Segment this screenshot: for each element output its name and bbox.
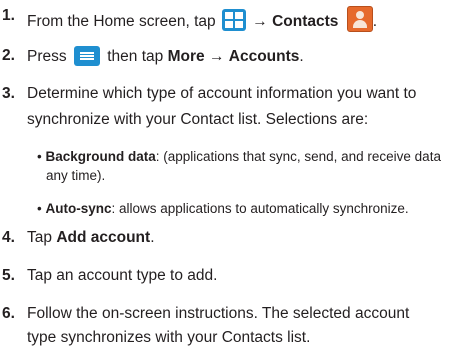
step-4-text: Tap — [27, 229, 52, 246]
more-label: More — [167, 48, 205, 65]
step-2-text-a: Press — [27, 48, 67, 65]
step-text: Press then tap More → Accounts. — [27, 46, 304, 66]
contacts-icon — [346, 6, 373, 32]
arrow: → — [208, 48, 225, 65]
arrow: → — [252, 13, 268, 30]
step-text: Determine which type of account informat… — [27, 85, 417, 102]
bullet-text: : (applications that sync, send, and rec… — [155, 149, 441, 164]
step-text: synchronize with your Contact list. Sele… — [27, 111, 369, 128]
step-number: 1. — [2, 7, 15, 24]
menu-key-icon — [73, 46, 100, 66]
step-number: 4. — [2, 229, 15, 246]
bullet-glyph: • — [37, 149, 42, 164]
step-number: 2. — [2, 47, 15, 64]
bullet-glyph: • — [37, 201, 42, 216]
step-number: 6. — [2, 305, 15, 322]
bullet-title: Background data — [45, 149, 156, 164]
accounts-label: Accounts — [228, 48, 300, 65]
step-text: From the Home screen, tap → Contacts . — [27, 6, 377, 32]
contacts-label: Contacts — [272, 13, 339, 30]
step-text: Tap an account type to add. — [27, 267, 218, 284]
bullet-title: Auto-sync — [45, 201, 112, 216]
step-text: Follow the on-screen instructions. The s… — [27, 305, 410, 322]
step-number: 5. — [2, 267, 15, 284]
apps-grid-icon — [221, 9, 246, 31]
step-2-text-b: then tap — [107, 48, 164, 65]
bullet-text: any time). — [46, 168, 106, 183]
step-text: type synchronizes with your Contacts lis… — [27, 329, 311, 346]
step-1-text: From the Home screen, tap — [27, 13, 216, 30]
instruction-page: 1. From the Home screen, tap → Contacts … — [2, 6, 441, 346]
step-number: 3. — [2, 85, 15, 102]
add-account-label: Add account — [56, 229, 151, 246]
bullet-text: : allows applications to automatically s… — [111, 201, 409, 216]
